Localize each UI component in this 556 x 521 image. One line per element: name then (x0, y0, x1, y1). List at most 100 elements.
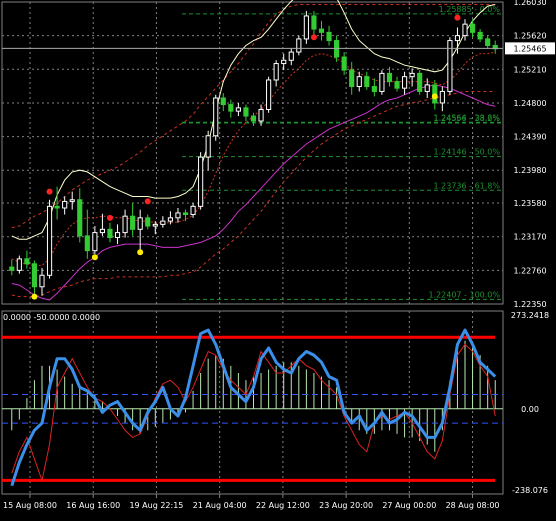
candle-body (190, 205, 196, 216)
candle-body (379, 72, 385, 92)
fib-label: 1.22407 - 100.0% (428, 290, 500, 299)
candle-body (311, 15, 317, 30)
candle-body (424, 84, 430, 92)
x-axis-tick-label: 15 Aug 08:00 (3, 501, 57, 510)
candle-body (69, 199, 75, 202)
candle-body (477, 31, 483, 40)
candle-body (386, 72, 393, 83)
candle-body (281, 59, 287, 65)
candle-body (288, 51, 294, 61)
candle-body (409, 72, 415, 78)
candle-body (356, 76, 362, 88)
candle-body (364, 76, 370, 88)
candle-body (114, 232, 121, 239)
fib-label: 1.25885 - 0.0% (439, 5, 501, 14)
candle-body (167, 217, 173, 222)
fractal-down-marker (137, 249, 144, 256)
candle (213, 94, 219, 141)
candle-body (371, 86, 377, 92)
candle-body (122, 215, 128, 234)
price-axis-tick-label: 1.23170 (513, 233, 546, 242)
candle-body (318, 28, 325, 33)
candle-body (454, 35, 461, 42)
oscillator-axis-tick-label: 0.00 (521, 405, 539, 414)
candle-body (296, 38, 302, 53)
x-axis-tick-label: 22 Aug 12:00 (256, 501, 310, 510)
candle (296, 35, 302, 56)
candle-body (182, 212, 189, 216)
oscillator-header-text: 0.0000 -50.0000 0.0000 (3, 313, 100, 322)
candle-body (273, 63, 279, 81)
fractal-up-marker (106, 214, 113, 221)
candle-body (137, 217, 143, 230)
fractal-up-marker (454, 14, 461, 21)
fractal-up-marker (310, 34, 317, 41)
candle (266, 76, 272, 113)
candle-body (417, 72, 423, 92)
price-axis-tick-label: 1.23980 (513, 166, 546, 175)
fractal-up-marker (46, 188, 53, 195)
fractal-up-marker (144, 198, 151, 205)
candle-body (401, 76, 408, 89)
candle-body (394, 81, 400, 89)
candle-body (303, 15, 309, 40)
candle (379, 70, 385, 95)
candle-body (24, 258, 30, 265)
chart-svg[interactable]: 1.25885 - 0.0%1.24564 - 23.6%1.24556 - 3… (0, 0, 556, 517)
oscillator-axis-tick-label: -238.076 (512, 486, 548, 495)
x-axis-tick-label: 19 Aug 22:15 (129, 501, 183, 510)
price-axis-tick-label: 1.23580 (513, 199, 546, 208)
fib-label: 1.24556 - 38.2% (434, 114, 501, 123)
x-axis-tick-label: 21 Aug 04:00 (193, 501, 247, 510)
price-axis-tick-label: 1.22350 (513, 300, 546, 309)
candle-body (99, 228, 106, 234)
candle-body (9, 266, 15, 271)
fractal-down-marker (431, 93, 438, 100)
candle (198, 152, 204, 210)
x-axis-tick-label: 16 Aug 16:00 (66, 501, 120, 510)
fractal-down-marker (31, 293, 38, 300)
candle-body (152, 223, 158, 227)
candle-body (243, 107, 249, 117)
candle-body (31, 263, 38, 288)
x-axis-tick-label: 28 Aug 08:00 (446, 501, 500, 510)
candle-body (84, 235, 90, 252)
price-axis-tick-label: 1.24800 (513, 99, 546, 108)
candle-body (39, 274, 45, 288)
candle-body (250, 115, 257, 122)
candle (46, 199, 53, 279)
candle-body (92, 232, 98, 252)
candle-body (462, 23, 468, 37)
candle-body (16, 258, 22, 271)
price-axis-tick-label: 1.24390 (513, 133, 546, 142)
x-axis-tick-label: 23 Aug 20:00 (319, 501, 373, 510)
candle (303, 11, 309, 44)
candle-body (77, 199, 83, 237)
price-axis-tick-label: 1.25620 (513, 32, 546, 41)
candle (447, 37, 453, 95)
candle-body (145, 217, 151, 227)
candle (417, 70, 423, 95)
candle-body (160, 220, 166, 225)
candle-body (46, 205, 53, 276)
candle-body (107, 228, 113, 239)
current-price-label: 1.25465 (513, 44, 546, 53)
price-axis-tick-label: 1.25210 (513, 65, 546, 74)
candle-body (220, 97, 226, 106)
price-axis-tick-label: 1.26030 (513, 0, 546, 7)
candle-body (175, 212, 181, 219)
candle-body (485, 38, 491, 46)
x-axis-tick-label: 27 Aug 00:00 (382, 501, 436, 510)
fib-label: 1.23736 - 61.8% (434, 181, 501, 190)
candle-body (54, 205, 60, 209)
fractal-down-marker (91, 254, 98, 261)
candle-body (235, 107, 241, 112)
candle-body (258, 109, 264, 122)
trading-chart[interactable]: 1.25885 - 0.0% 1.24564 - 23.6% 1.24556 - 3… (0, 0, 556, 517)
candle-body (198, 156, 204, 207)
fib-label: 1.24146 - 50.0% (434, 148, 501, 157)
candle-body (205, 135, 211, 158)
candle-body (469, 23, 476, 33)
candle-body (266, 79, 272, 111)
candle-body (228, 104, 234, 112)
